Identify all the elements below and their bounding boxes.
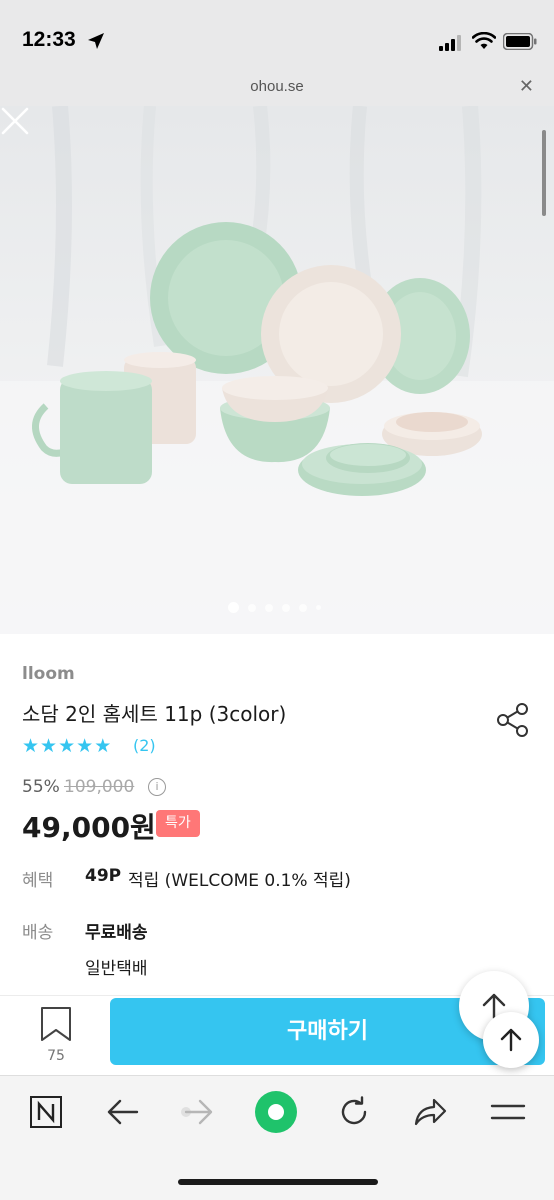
back-arrow-icon[interactable] <box>105 1094 141 1130</box>
bookmark-count: 75 <box>47 1048 65 1064</box>
scrollbar[interactable] <box>542 130 546 216</box>
arrow-up-icon <box>500 1028 522 1052</box>
menu-icon[interactable] <box>490 1094 526 1130</box>
benefit-points: 49P <box>85 866 122 886</box>
special-deal-badge: 특가 <box>156 810 200 837</box>
rating-stars: ★ ★ ★ ★ ★ <box>22 736 111 756</box>
star-icon: ★ <box>94 735 112 757</box>
gallery-dot-active[interactable] <box>228 602 239 613</box>
battery-icon <box>503 33 537 50</box>
url-bar: ohou.se ✕ <box>0 72 554 106</box>
gallery-dot[interactable] <box>265 603 273 612</box>
product-photo <box>0 106 554 634</box>
close-icon[interactable] <box>0 106 30 136</box>
shipping-method: 일반택배 <box>85 959 148 979</box>
original-price: 109,000 <box>64 777 135 797</box>
sale-price: 49,000원 <box>22 811 156 844</box>
forward-arrow-icon[interactable] <box>178 1094 214 1130</box>
star-icon: ★ <box>58 735 76 757</box>
status-bar: 12:33 <box>0 0 554 72</box>
benefit-detail: 적립 (WELCOME 0.1% 적립) <box>128 871 351 891</box>
status-time: 12:33 <box>22 28 76 51</box>
share-icon[interactable] <box>496 702 530 738</box>
green-dot-icon[interactable] <box>254 1090 298 1134</box>
close-tab-icon[interactable]: ✕ <box>519 78 534 96</box>
gallery-dot[interactable] <box>282 603 290 612</box>
review-count[interactable]: (2) <box>133 736 156 755</box>
brand-name[interactable]: lloom <box>22 664 75 684</box>
product-title: 소담 2인 홈세트 11p (3color) <box>22 702 287 726</box>
home-indicator <box>178 1179 378 1185</box>
gallery-dot[interactable] <box>299 603 307 612</box>
gallery-dot[interactable] <box>248 603 256 612</box>
shipping-label: 배송 <box>22 923 54 943</box>
info-icon[interactable]: i <box>148 778 166 796</box>
shipping-main: 무료배송 <box>85 923 148 943</box>
cellular-signal-icon <box>439 35 461 51</box>
benefit-label: 혜택 <box>22 871 54 891</box>
location-arrow-icon <box>88 33 104 49</box>
share-arrow-icon[interactable] <box>412 1094 448 1130</box>
scroll-top-button-secondary[interactable] <box>483 1012 539 1068</box>
wifi-icon <box>472 32 496 49</box>
refresh-icon[interactable] <box>336 1094 372 1130</box>
star-icon: ★ <box>22 735 40 757</box>
star-icon: ★ <box>40 735 58 757</box>
naver-home-icon[interactable] <box>28 1094 64 1130</box>
gallery-dot[interactable] <box>316 605 321 610</box>
url-text[interactable]: ohou.se <box>0 78 554 95</box>
product-image-gallery[interactable] <box>0 106 554 634</box>
star-icon: ★ <box>76 735 94 757</box>
bookmark-icon[interactable] <box>38 1006 74 1042</box>
gallery-pagination[interactable] <box>228 602 321 613</box>
discount-rate: 55% <box>22 777 60 797</box>
